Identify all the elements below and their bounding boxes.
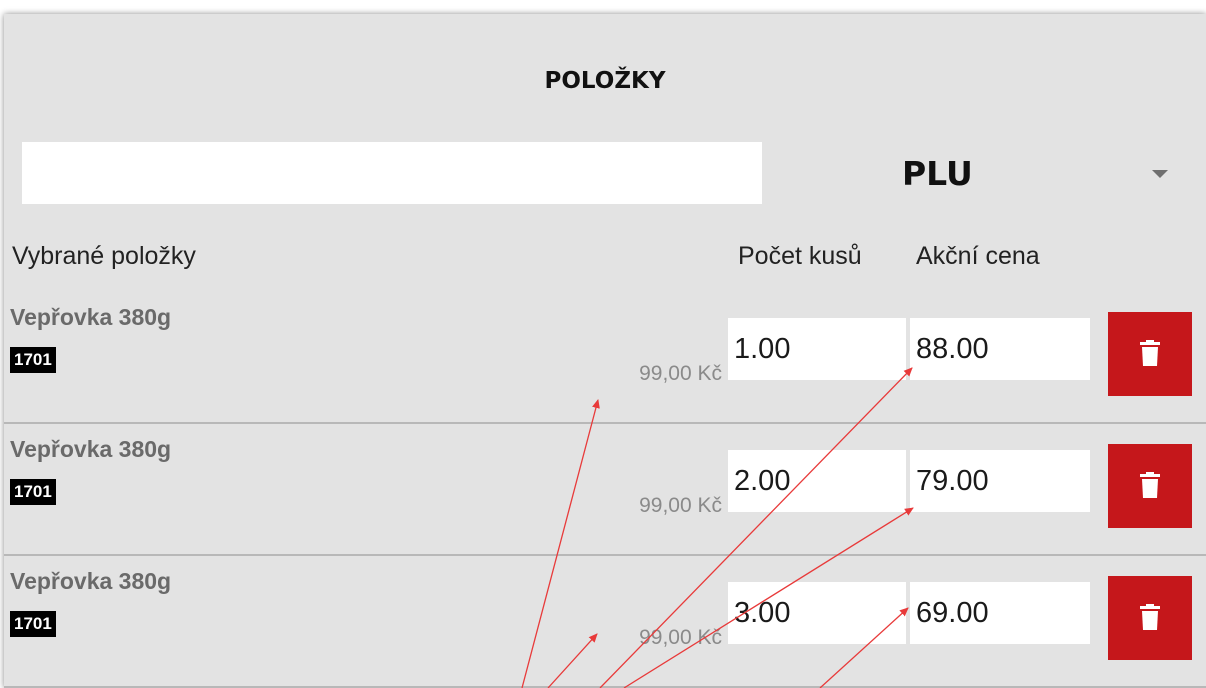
chevron-down-icon <box>1152 170 1168 178</box>
page-title: POLOŽKY <box>544 68 666 94</box>
promo-price-field[interactable] <box>910 318 1090 380</box>
items-panel: POLOŽKY PLU Vybrané položky Počet kusů A… <box>4 14 1206 688</box>
item-plu-badge: 1701 <box>10 347 56 373</box>
item-row: Vepřovka 380g 1701 99,00 Kč <box>4 290 1206 424</box>
promo-price-field[interactable] <box>910 582 1090 644</box>
trash-icon <box>1140 472 1160 498</box>
trash-icon <box>1140 604 1160 630</box>
delete-item-button[interactable] <box>1108 312 1192 396</box>
item-name: Vepřovka 380g <box>10 436 172 462</box>
quantity-field[interactable] <box>728 318 906 380</box>
item-plu-badge: 1701 <box>10 611 56 637</box>
item-original-price: 99,00 Kč <box>639 362 722 385</box>
delete-item-button[interactable] <box>1108 576 1192 660</box>
item-row: Vepřovka 380g 1701 99,00 Kč <box>4 554 1206 688</box>
column-header-price: Akční cena <box>916 242 1040 270</box>
item-original-price: 99,00 Kč <box>639 494 722 517</box>
item-name: Vepřovka 380g <box>10 568 172 594</box>
search-type-select[interactable]: PLU <box>884 142 1194 204</box>
column-header-qty: Počet kusů <box>738 242 862 270</box>
trash-icon <box>1140 340 1160 366</box>
item-plu-badge: 1701 <box>10 479 56 505</box>
search-input[interactable] <box>22 142 762 204</box>
item-original-price: 99,00 Kč <box>639 626 722 649</box>
quantity-field[interactable] <box>728 582 906 644</box>
item-row: Vepřovka 380g 1701 99,00 Kč <box>4 422 1206 556</box>
search-type-value: PLU <box>902 154 973 193</box>
item-name: Vepřovka 380g <box>10 304 172 330</box>
quantity-field[interactable] <box>728 450 906 512</box>
promo-price-field[interactable] <box>910 450 1090 512</box>
column-header-items: Vybrané položky <box>12 242 196 270</box>
delete-item-button[interactable] <box>1108 444 1192 528</box>
